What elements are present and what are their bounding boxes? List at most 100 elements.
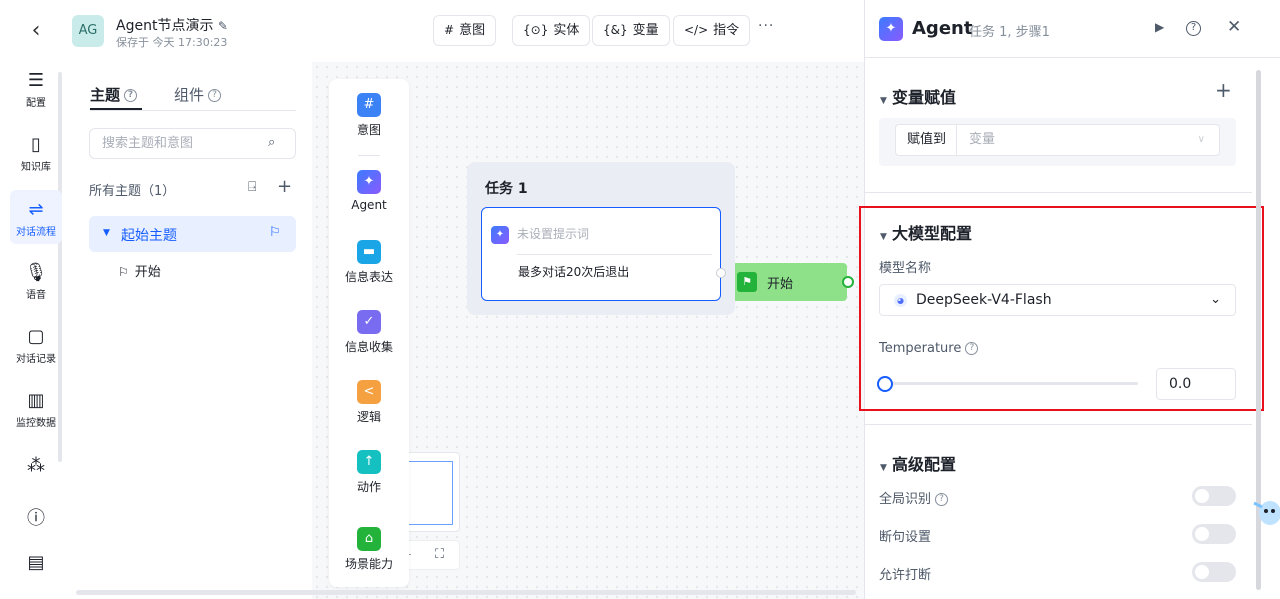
palette-item-scene[interactable]: ⌂ 场景能力 bbox=[329, 527, 409, 572]
more-icon[interactable]: ··· bbox=[758, 18, 774, 34]
rail-item-monitor[interactable]: ▥ 监控数据 bbox=[10, 390, 62, 429]
rail-item-flow[interactable]: ⇌ 对话流程 bbox=[10, 190, 62, 244]
global-recognition-toggle[interactable] bbox=[1192, 486, 1236, 506]
agent-icon: ✦ bbox=[491, 226, 509, 244]
fit-view-icon[interactable]: ⛶ bbox=[435, 547, 444, 562]
palette-item-intent[interactable]: # 意图 bbox=[329, 93, 409, 138]
help-icon[interactable]: ? bbox=[935, 493, 949, 506]
exit-rule: 最多对话20次后退出 bbox=[518, 265, 630, 279]
entity-icon: {⊙} bbox=[523, 23, 549, 37]
variable-icon: {&} bbox=[603, 23, 628, 37]
sub-item-start[interactable]: ⚐ 开始 bbox=[118, 261, 161, 280]
run-icon[interactable]: ▶ bbox=[1155, 20, 1164, 34]
entity-button[interactable]: {⊙} 实体 bbox=[512, 15, 591, 46]
palette-item-collect[interactable]: ✓ 信息收集 bbox=[329, 310, 409, 355]
agent-icon: ✦ bbox=[357, 170, 381, 194]
rail-item-config[interactable]: ☰ 配置 bbox=[10, 70, 62, 109]
flag-icon: ⚐ bbox=[269, 225, 281, 240]
allow-interrupt-toggle[interactable] bbox=[1192, 562, 1236, 582]
palette-item-action[interactable]: ↑ 动作 bbox=[329, 450, 409, 495]
rail-item-apps[interactable]: ⁂ bbox=[10, 455, 62, 479]
scene-icon: ⌂ bbox=[357, 527, 381, 551]
back-icon[interactable]: ‹ bbox=[22, 18, 50, 44]
add-topic-icon[interactable]: + bbox=[277, 176, 292, 197]
action-icon: ↑ bbox=[357, 450, 381, 474]
tab-divider bbox=[90, 110, 296, 111]
start-port[interactable] bbox=[842, 276, 854, 288]
apps-icon: ⁂ bbox=[27, 455, 45, 476]
entity-button-label: 实体 bbox=[553, 23, 580, 38]
rail-item-voice[interactable]: 🎙︎ 语音 bbox=[10, 262, 62, 301]
toggle-label: 全局识别 bbox=[879, 492, 932, 507]
intent-button-label: 意图 bbox=[459, 23, 486, 38]
chevron-down-icon: ∨ bbox=[1197, 134, 1205, 145]
tab-topics[interactable]: 主题? bbox=[90, 84, 138, 105]
search-icon[interactable]: ⌕ bbox=[268, 135, 275, 150]
folder-check-icon: ✓ bbox=[357, 310, 381, 334]
search-input[interactable]: 搜索主题和意图 bbox=[89, 128, 296, 159]
rail-label: 对话流程 bbox=[16, 227, 56, 238]
flow-icon: ⇌ bbox=[28, 199, 44, 220]
tab-components-label: 组件 bbox=[174, 86, 205, 104]
rail-item-help[interactable]: ⓘ bbox=[10, 508, 62, 532]
assign-to-label: 赋值到 bbox=[895, 124, 957, 156]
palette-item-agent[interactable]: ✦ Agent bbox=[329, 170, 409, 212]
rail-label: 监控数据 bbox=[16, 418, 56, 429]
tab-underline bbox=[90, 108, 142, 110]
caret-down-icon[interactable]: ▼ bbox=[103, 228, 110, 238]
rail-item-knowledge[interactable]: ▯ 知识库 bbox=[10, 134, 62, 173]
palette-item-expression[interactable]: ▬ 信息表达 bbox=[329, 240, 409, 285]
rail-label: 配置 bbox=[26, 98, 46, 109]
sentence-break-toggle[interactable] bbox=[1192, 524, 1236, 544]
prompt-placeholder: 未设置提示词 bbox=[517, 227, 590, 241]
output-port[interactable] bbox=[716, 268, 726, 278]
rail-item-docs[interactable]: ▤ bbox=[10, 552, 62, 576]
horizontal-scrollbar[interactable] bbox=[76, 590, 856, 595]
code-icon: </> bbox=[684, 23, 709, 37]
variable-button[interactable]: {&} 变量 bbox=[592, 15, 670, 46]
intent-button[interactable]: # 意图 bbox=[433, 15, 497, 46]
palette-item-logic[interactable]: < 逻辑 bbox=[329, 380, 409, 425]
save-status: 保存于 今天 17:30:23 bbox=[116, 36, 228, 49]
intent-icon: # bbox=[357, 93, 381, 117]
rail-label: 语音 bbox=[26, 290, 46, 301]
divider bbox=[864, 192, 1252, 193]
start-node[interactable]: ⚑ 开始 bbox=[735, 263, 847, 301]
global-recognition-label: 全局识别? bbox=[879, 488, 949, 507]
close-icon[interactable]: ✕ bbox=[1227, 17, 1241, 37]
allow-interrupt-label: 允许打断 bbox=[879, 568, 932, 583]
command-button[interactable]: </> 指令 bbox=[673, 15, 751, 46]
variable-select[interactable]: 变量 ∨ bbox=[956, 124, 1220, 156]
edit-icon[interactable]: ✎ bbox=[218, 19, 228, 33]
sentence-break-label: 断句设置 bbox=[879, 530, 932, 545]
panel-title: Agent bbox=[912, 18, 973, 39]
flag-icon: ⚐ bbox=[118, 265, 129, 279]
title-text: Agent节点演示 bbox=[116, 18, 214, 34]
rail-label: 对话记录 bbox=[16, 354, 56, 365]
chat-icon: ▢ bbox=[27, 326, 45, 347]
avatar: AG bbox=[72, 15, 104, 47]
palette-label: 逻辑 bbox=[356, 410, 381, 424]
add-icon[interactable]: + bbox=[1215, 78, 1232, 102]
topic-item-start[interactable]: ▼ 起始主题 ⚐ bbox=[89, 216, 296, 252]
palette-label: 场景能力 bbox=[344, 557, 393, 571]
agent-icon: ✦ bbox=[879, 17, 903, 41]
help-icon[interactable]: ? bbox=[208, 89, 222, 102]
help-icon[interactable]: ? bbox=[124, 89, 138, 102]
advanced-section-header[interactable]: ▼ 高级配置 bbox=[880, 451, 956, 475]
help-icon[interactable]: ? bbox=[1186, 21, 1201, 36]
var-section-header[interactable]: ▼ 变量赋值 bbox=[880, 84, 956, 108]
palette-label: Agent bbox=[351, 198, 387, 212]
rail-item-records[interactable]: ▢ 对话记录 bbox=[10, 326, 62, 365]
tab-topics-label: 主题 bbox=[90, 86, 121, 104]
page-title[interactable]: Agent节点演示 ✎ bbox=[116, 15, 228, 35]
assistant-mascot-icon[interactable] bbox=[1252, 493, 1280, 531]
tab-components[interactable]: 组件? bbox=[174, 84, 222, 105]
palette-divider bbox=[358, 155, 380, 156]
message-icon: ▬ bbox=[357, 240, 381, 264]
topic-label: 起始主题 bbox=[121, 228, 177, 244]
highlight-box bbox=[859, 206, 1264, 411]
import-icon[interactable]: ⍈ bbox=[248, 179, 256, 195]
palette-label: 意图 bbox=[356, 123, 381, 137]
doc-icon: ▤ bbox=[27, 552, 45, 573]
